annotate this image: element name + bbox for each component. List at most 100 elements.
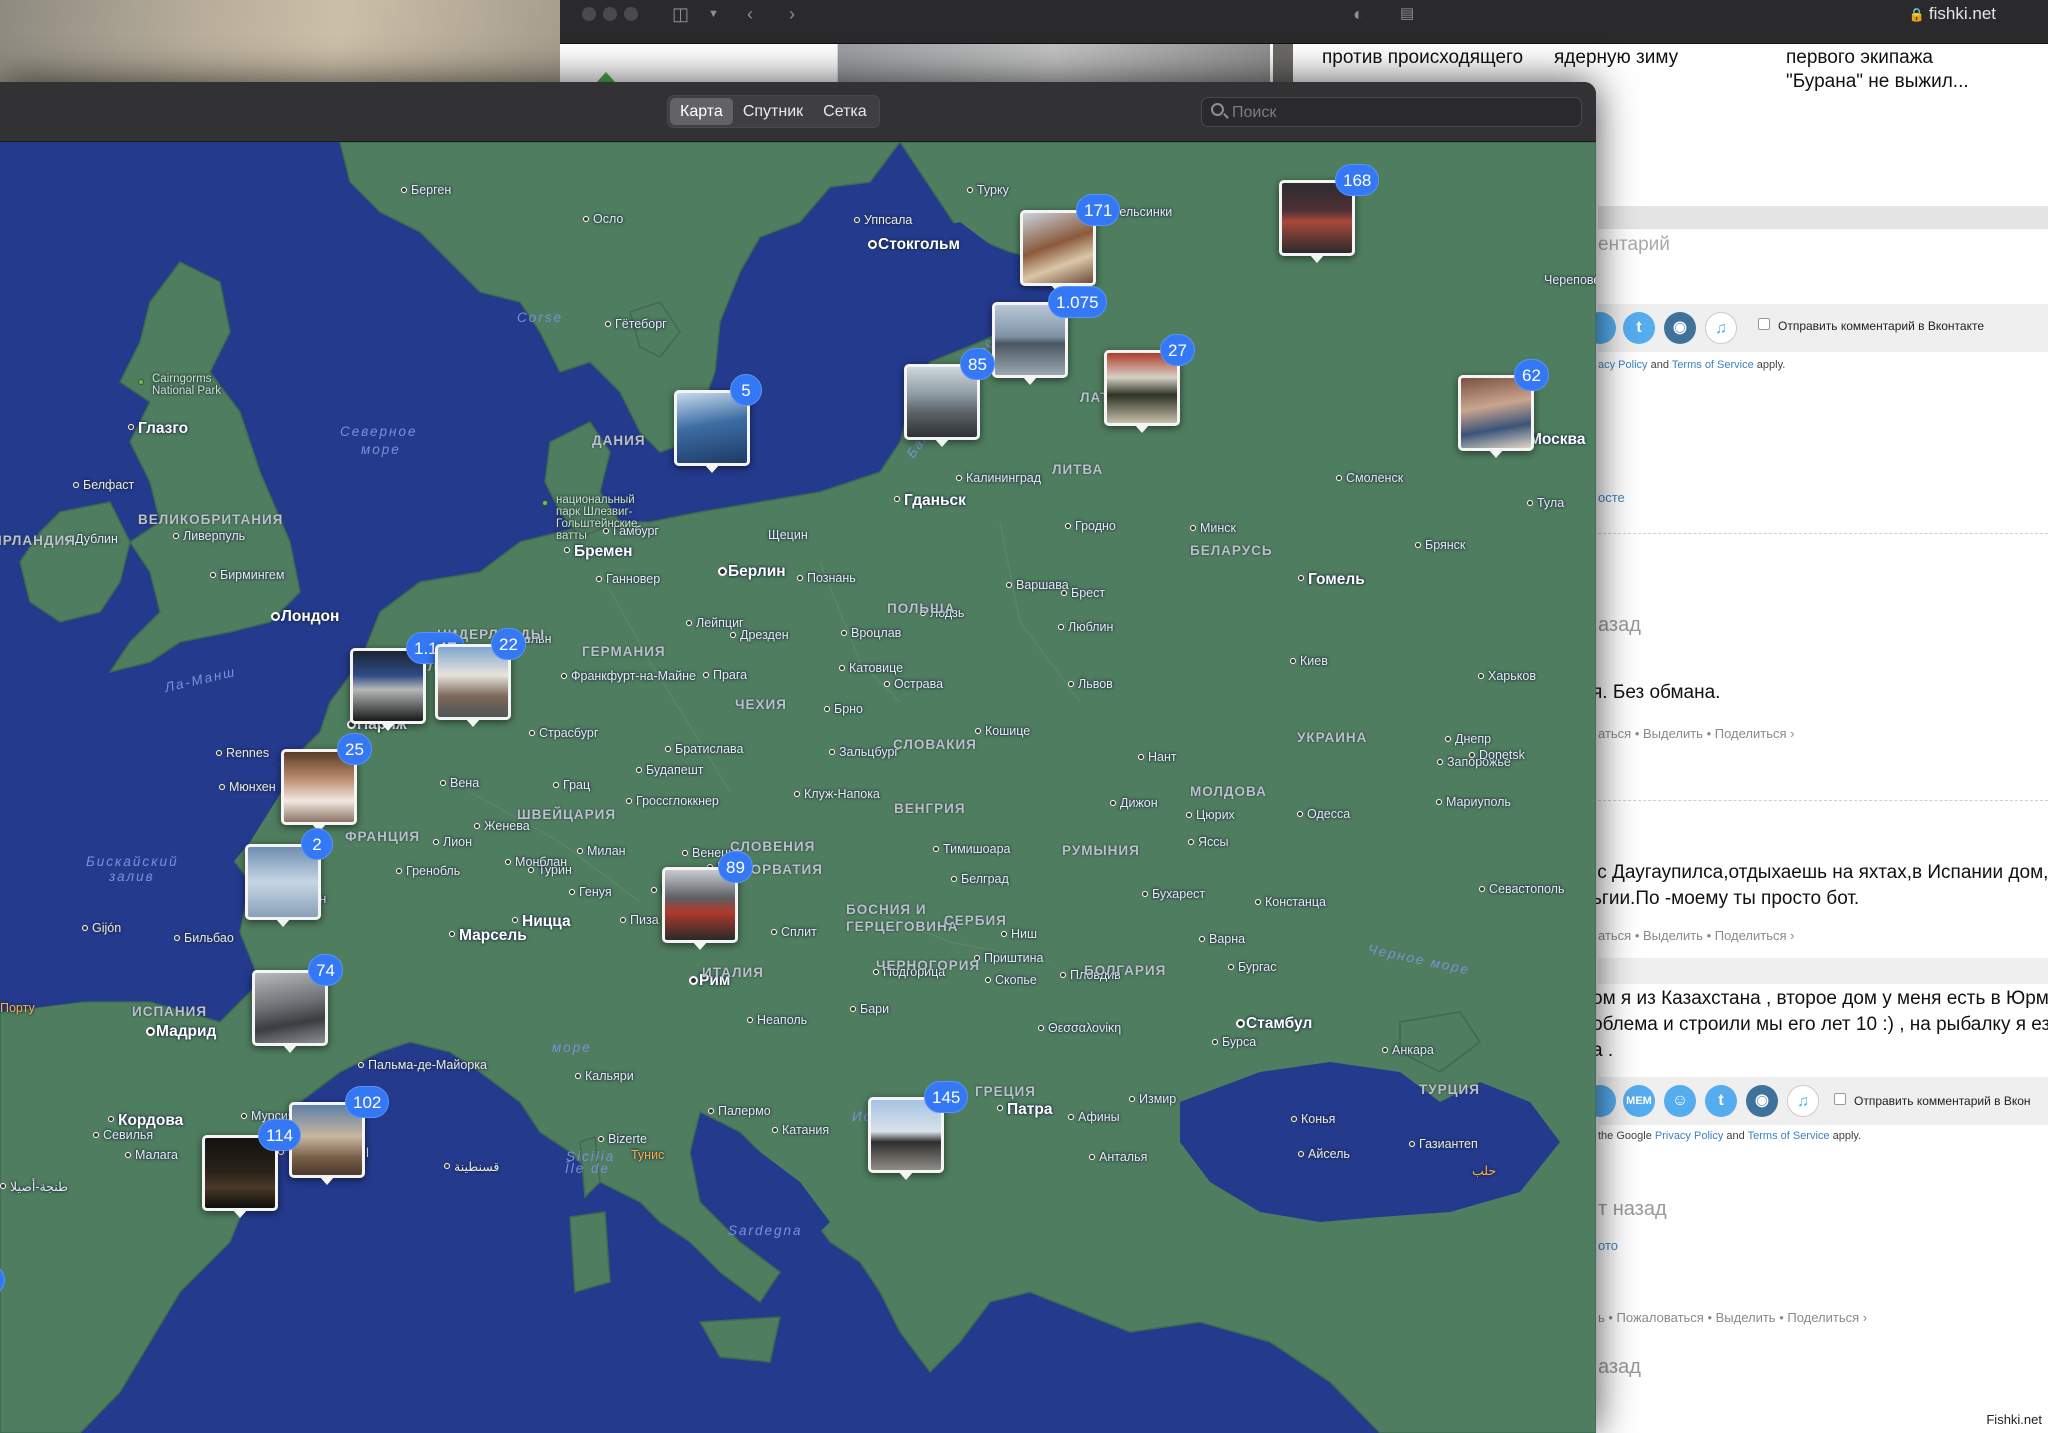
sidebar-toggle-icon[interactable]: ◫: [672, 3, 689, 25]
country-label: МОЛДОВА: [1190, 784, 1267, 799]
city-label: Бильбао: [184, 931, 234, 945]
city-marker: [730, 632, 736, 638]
city-label: Ницца: [522, 913, 571, 930]
city-label: Кошице: [985, 724, 1031, 738]
city-marker: [1058, 624, 1064, 630]
city-label: Хельсинки: [1111, 205, 1173, 219]
city-marker: [216, 750, 222, 756]
share-row-2: MEM ☺ t ◉ ♫ Отправить комментарий в Вкон: [1584, 1077, 2048, 1125]
pin-pointer: [1309, 254, 1325, 263]
photo-pin[interactable]: 27: [1104, 334, 1195, 433]
pin-pointer: [232, 1209, 248, 1218]
back-icon[interactable]: ‹: [747, 3, 753, 25]
city-label: Гданьск: [904, 492, 966, 509]
photo-pin[interactable]: 168: [1279, 164, 1380, 263]
pin-pointer: [275, 918, 291, 927]
chevron-down-icon[interactable]: ▼: [708, 3, 719, 25]
hidden-text-link[interactable]: осте: [1598, 490, 1625, 505]
twitter-icon[interactable]: t: [1705, 1085, 1737, 1117]
city-marker: [933, 846, 939, 852]
forward-icon[interactable]: ›: [789, 3, 795, 25]
tab-map[interactable]: Карта: [670, 98, 733, 125]
city-marker: [894, 496, 900, 502]
reader-icon[interactable]: ▤: [1400, 3, 1414, 25]
park-label: Cairngorms National Park: [152, 373, 222, 397]
city-marker: [1527, 500, 1533, 506]
city-marker: [1297, 811, 1303, 817]
city-label: Катовице: [849, 661, 904, 675]
city-label: Анкара: [1392, 1043, 1434, 1057]
comment-actions[interactable]: аться • Выделить • Поделиться ›: [1598, 726, 1794, 741]
news-headline-3[interactable]: первого экипажа "Бурана" не выжил...: [1786, 46, 1969, 94]
section-divider: [1598, 958, 2048, 984]
country-label: ЛИТВА: [1052, 462, 1104, 477]
photo-pin[interactable]: 102: [289, 1086, 390, 1185]
photo-pin[interactable]: 74: [252, 954, 343, 1053]
address-bar[interactable]: 🔒 fishki.net: [1909, 3, 1996, 26]
photo-pin[interactable]: 62: [1458, 359, 1549, 458]
close-window-icon[interactable]: [582, 7, 596, 21]
terms-link[interactable]: Terms of Service: [1748, 1130, 1830, 1142]
country-label: ТУРЦИЯ: [1419, 1082, 1480, 1097]
mem-icon[interactable]: MEM: [1623, 1085, 1655, 1117]
music-icon[interactable]: ♫: [1787, 1085, 1819, 1117]
zoom-window-icon[interactable]: [624, 7, 638, 21]
send-vk-checkbox[interactable]: [1758, 318, 1770, 330]
city-marker: [1445, 736, 1451, 742]
photo-pin[interactable]: 5: [674, 374, 762, 473]
city-marker: [505, 859, 511, 865]
send-vk-checkbox[interactable]: [1834, 1093, 1846, 1105]
photo-pin[interactable]: 145: [868, 1081, 969, 1180]
photo-pin[interactable]: 22: [435, 628, 526, 727]
city-marker: [271, 612, 280, 621]
city-label: Приштина: [984, 951, 1044, 965]
search-input[interactable]: [1232, 102, 1562, 124]
twitter-icon[interactable]: t: [1623, 312, 1655, 344]
map-view[interactable]: Берген Осло Уппсала Стокгольм Турку Хельсинки…: [0, 142, 1596, 1433]
photo-count-badge: 114: [258, 1119, 302, 1151]
city-label: Брест: [1071, 586, 1106, 600]
city-label: Ливерпуль: [183, 529, 246, 543]
tab-grid[interactable]: Сетка: [813, 98, 877, 125]
photo-pin[interactable]: 1.075: [992, 286, 1107, 385]
news-headline-1[interactable]: против происходящего: [1322, 46, 1523, 70]
city-label: Днепр: [1455, 732, 1492, 746]
privacy-shield-icon[interactable]: ◐: [1353, 3, 1364, 25]
city-label: Осло: [593, 212, 624, 226]
city-marker: [1382, 1047, 1388, 1053]
photo-pin[interactable]: 1.147: [350, 632, 465, 731]
city-marker: [997, 1105, 1003, 1111]
city-label: Франкфурт-на-Майне: [571, 669, 696, 683]
city-marker: [884, 681, 890, 687]
privacy-link[interactable]: Privacy Policy: [1655, 1130, 1723, 1142]
photo-pin[interactable]: 25: [281, 733, 372, 832]
comment-actions[interactable]: ь • Пожаловаться • Выделить • Поделиться…: [1598, 1310, 1867, 1325]
photo-pin[interactable]: 89: [662, 851, 753, 950]
city-marker: [829, 749, 835, 755]
city-label: Яссы: [1198, 835, 1229, 849]
country-label: ВЕЛИКОБРИТАНИЯ: [138, 512, 284, 527]
instagram-icon[interactable]: ◉: [1746, 1085, 1778, 1117]
photo-pin[interactable]: 171: [1020, 194, 1121, 293]
city-marker: [794, 791, 800, 797]
terms-link[interactable]: Terms of Service: [1672, 359, 1754, 371]
city-label: Палермо: [718, 1104, 771, 1118]
instagram-icon[interactable]: ◉: [1664, 312, 1696, 344]
city-marker: [1129, 1096, 1135, 1102]
city-marker: [841, 630, 847, 636]
comment-divider: [1598, 533, 2048, 534]
tab-satellite[interactable]: Спутник: [733, 98, 813, 125]
photo-pin[interactable]: 114: [202, 1119, 302, 1218]
city-marker: [553, 782, 559, 788]
news-headline-2[interactable]: ядерную зиму: [1554, 46, 1678, 70]
minimize-window-icon[interactable]: [603, 7, 617, 21]
music-icon[interactable]: ♫: [1705, 312, 1737, 344]
smile-icon[interactable]: ☺: [1664, 1085, 1696, 1117]
privacy-link[interactable]: acy Policy: [1598, 359, 1648, 371]
photo-link[interactable]: ото: [1598, 1238, 1618, 1253]
city-marker: [682, 850, 688, 856]
comment-actions[interactable]: аться • Выделить • Поделиться ›: [1598, 928, 1794, 943]
photo-pin[interactable]: 2: [245, 828, 333, 927]
photo-pin[interactable]: 85: [904, 348, 995, 447]
city-marker: [396, 868, 402, 874]
